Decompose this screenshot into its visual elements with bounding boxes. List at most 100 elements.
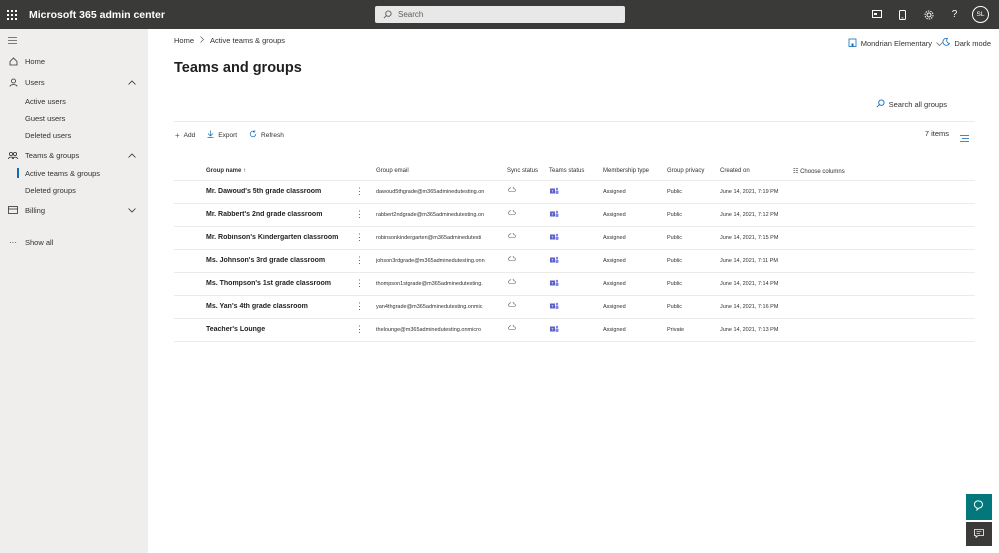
plus-icon: + [175, 130, 180, 140]
membership-type: Assigned [603, 212, 626, 218]
created-on: June 14, 2021, 7:12 PM [720, 212, 779, 218]
avatar[interactable]: SL [972, 6, 989, 23]
cloud-sync-icon [508, 325, 516, 332]
column-header-group-email[interactable]: Group email [376, 168, 409, 174]
search-all-groups-button[interactable]: Search all groups [876, 99, 947, 110]
more-actions-icon[interactable]: ⋮ [355, 324, 364, 335]
created-on: June 14, 2021, 7:19 PM [720, 189, 779, 195]
page-title: Teams and groups [174, 60, 302, 76]
teams-icon: T [550, 233, 559, 243]
refresh-button[interactable]: Refresh [249, 130, 284, 140]
chat-button[interactable] [966, 522, 992, 546]
sidebar-item-guest-users[interactable]: Guest users [0, 110, 148, 126]
more-actions-icon[interactable]: ⋮ [355, 301, 364, 312]
group-name-link[interactable]: Mr. Dawoud's 5th grade classroom [206, 188, 321, 195]
group-email: thompson1stgrade@m365adminedutesting. [376, 281, 483, 287]
column-header-group-privacy[interactable]: Group privacy [667, 168, 704, 174]
breadcrumb-home-link[interactable]: Home [174, 36, 194, 45]
choose-columns-button[interactable]: ☷ Choose columns [793, 168, 845, 175]
more-actions-icon[interactable]: ⋮ [355, 278, 364, 289]
created-on: June 14, 2021, 7:13 PM [720, 327, 779, 333]
column-header-created-on[interactable]: Created on [720, 168, 750, 174]
more-actions-icon[interactable]: ⋮ [355, 209, 364, 220]
table-row[interactable]: Ms. Thompson's 1st grade classroom ⋮ thomp… [174, 273, 975, 296]
search-icon [876, 99, 885, 110]
table-row[interactable]: Mr. Robinson's Kindergarten classroom ⋮ ro… [174, 227, 975, 250]
search-box[interactable]: Search [375, 6, 625, 23]
column-header-teams-status[interactable]: Teams status [549, 168, 584, 174]
sidebar: Home Users Active users Guest users Dele… [0, 29, 148, 553]
sidebar-item-billing[interactable]: Billing [0, 202, 148, 218]
breadcrumb: Home Active teams & groups [174, 36, 285, 45]
breadcrumb-current: Active teams & groups [210, 36, 286, 45]
group-name-link[interactable]: Mr. Rabbert's 2nd grade classroom [206, 211, 322, 218]
app-launcher-icon[interactable] [0, 0, 24, 29]
command-bar: + Add Export Refresh [175, 130, 284, 140]
refresh-icon [249, 130, 257, 140]
chat-bubble-icon [973, 500, 984, 514]
chevron-right-icon [200, 36, 205, 45]
table-row[interactable]: Mr. Rabbert's 2nd grade classroom ⋮ rabber… [174, 204, 975, 227]
credit-card-icon [8, 205, 18, 215]
more-actions-icon[interactable]: ⋮ [355, 232, 364, 243]
export-label: Export [218, 131, 238, 139]
more-actions-icon[interactable]: ⋮ [355, 186, 364, 197]
sidebar-item-label: Active users [25, 96, 66, 106]
sidebar-item-show-all[interactable]: ··· Show all [0, 234, 148, 250]
view-options-icon[interactable] [960, 129, 969, 147]
group-name-link[interactable]: Ms. Johnson's 3rd grade classroom [206, 257, 325, 264]
created-on: June 14, 2021, 7:16 PM [720, 304, 779, 310]
table-row[interactable]: Ms. Yan's 4th grade classroom ⋮ yan4thgrad… [174, 296, 975, 319]
add-button[interactable]: + Add [175, 130, 195, 140]
created-on: June 14, 2021, 7:11 PM [720, 258, 778, 264]
dark-mode-toggle[interactable]: Dark mode [942, 37, 991, 48]
sidebar-item-label: Active teams & groups [25, 168, 101, 178]
group-email: rabbert2ndgrade@m365adminedutesting.on [376, 212, 485, 218]
chevron-up-icon[interactable] [128, 151, 136, 160]
group-name-link[interactable]: Ms. Thompson's 1st grade classroom [206, 280, 331, 287]
export-button[interactable]: Export [207, 130, 237, 140]
sidebar-item-label: Billing [25, 205, 46, 215]
more-actions-icon[interactable]: ⋮ [355, 255, 364, 266]
table-row[interactable]: Teacher's Lounge ⋮ thelounge@m365adminedut… [174, 319, 975, 342]
group-name-link[interactable]: Ms. Yan's 4th grade classroom [206, 303, 308, 310]
column-header-membership-type[interactable]: Membership type [603, 168, 649, 174]
table-row[interactable]: Mr. Dawoud's 5th grade classroom ⋮ dawoud5… [174, 181, 975, 204]
hamburger-menu-icon[interactable] [8, 37, 17, 46]
search-placeholder: Search [398, 10, 424, 19]
chevron-down-icon[interactable] [128, 206, 136, 215]
sidebar-item-home[interactable]: Home [0, 53, 148, 69]
group-name-link[interactable]: Teacher's Lounge [206, 326, 265, 333]
teams-groups-icon [8, 150, 18, 160]
mobile-icon[interactable] [894, 6, 911, 23]
sidebar-item-deleted-groups[interactable]: Deleted groups [0, 182, 148, 198]
cloud-sync-icon [508, 210, 516, 217]
sidebar-item-teams-groups[interactable]: Teams & groups [0, 147, 148, 163]
sidebar-item-active-teams-groups[interactable]: Active teams & groups [0, 165, 148, 181]
teams-icon: T [550, 302, 559, 312]
group-privacy: Public [667, 235, 682, 241]
cloud-sync-icon [508, 302, 516, 309]
top-bar: Microsoft 365 admin center Search ? SL [0, 0, 999, 29]
help-icon[interactable]: ? [946, 6, 963, 23]
app-title[interactable]: Microsoft 365 admin center [29, 9, 165, 21]
sidebar-item-deleted-users[interactable]: Deleted users [0, 127, 148, 143]
screen-share-icon[interactable] [868, 6, 885, 23]
sidebar-item-label: Teams & groups [25, 150, 80, 160]
column-header-group-name[interactable]: Group name ↑ [206, 168, 246, 174]
sidebar-item-users[interactable]: Users [0, 74, 148, 90]
table-row[interactable]: Ms. Johnson's 3rd grade classroom ⋮ johson… [174, 250, 975, 273]
add-label: Add [183, 131, 196, 139]
group-email: thelounge@m365adminedutesting.onmicro [376, 327, 481, 333]
tenant-selector[interactable]: Mondrian Elementary [848, 38, 943, 49]
teams-icon: T [550, 187, 559, 197]
gear-icon[interactable] [920, 6, 937, 23]
group-name-link[interactable]: Mr. Robinson's Kindergarten classroom [206, 234, 338, 241]
sidebar-item-active-users[interactable]: Active users [0, 93, 148, 109]
chevron-up-icon[interactable] [128, 78, 136, 87]
divider [174, 121, 975, 122]
feedback-button[interactable] [966, 494, 992, 520]
column-header-sync-status[interactable]: Sync status [507, 168, 538, 174]
group-email: robinsonkindergarten@m365adminedutesti [376, 235, 482, 241]
sort-ascending-icon: ↑ [243, 168, 247, 174]
